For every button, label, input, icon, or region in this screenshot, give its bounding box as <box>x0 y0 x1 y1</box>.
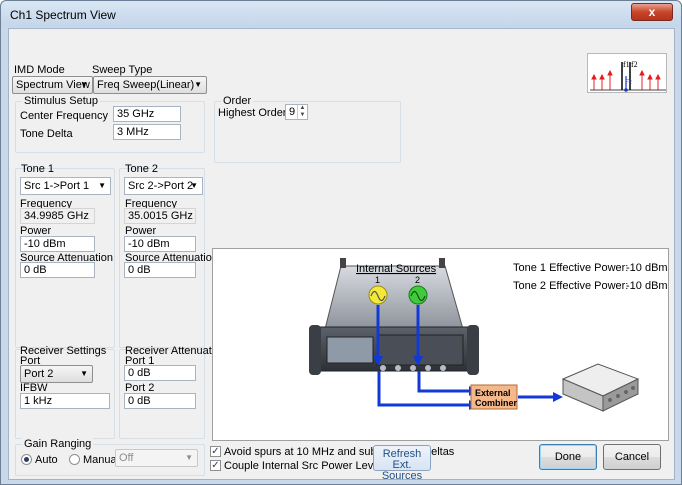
dialog-client: IMD Mode Sweep Type Spectrum View ▼ Freq… <box>8 28 675 482</box>
sweep-type-value: Freq Sweep(Linear) <box>97 79 195 91</box>
internal-sources-label: Internal Sources <box>356 263 437 275</box>
tone2-power-input[interactable]: -10 dBm <box>124 236 196 252</box>
gain-auto-radio[interactable] <box>21 454 32 465</box>
stimulus-setup-title: Stimulus Setup <box>22 95 100 107</box>
couple-power-checkbox[interactable]: ✓ <box>210 460 221 471</box>
fc-label: Fc <box>625 78 632 86</box>
receiver-port-value: Port 2 <box>24 368 54 380</box>
network-analyzer-icon <box>309 258 479 375</box>
spectrum-thumbnail-graphic: f1 f2 Fc <box>590 60 666 92</box>
tone-delta-input[interactable]: 3 MHz <box>113 124 181 140</box>
chevron-down-icon: ▼ <box>185 453 193 462</box>
avoid-spurs-checkbox[interactable]: ✓ <box>210 446 221 457</box>
chevron-down-icon: ▼ <box>194 80 202 89</box>
tone1-atten-input[interactable]: 0 dB <box>20 262 95 278</box>
highest-order-label: Highest Order <box>218 107 287 119</box>
chevron-down-icon: ▼ <box>190 181 198 190</box>
tone2-source-dropdown[interactable]: Src 2->Port 2 ▼ <box>124 177 203 195</box>
chevron-down-icon: ▼ <box>80 80 88 89</box>
source2-number: 2 <box>415 275 420 285</box>
gain-auto-label: Auto <box>35 454 58 466</box>
dialog-window: Ch1 Spectrum View x IMD Mode Sweep Type … <box>0 0 682 485</box>
dut-device-icon <box>561 363 640 412</box>
ifbw-input[interactable]: 1 kHz <box>20 393 110 409</box>
receiver-port2-input[interactable]: 0 dB <box>124 393 196 409</box>
tone2-title: Tone 2 <box>125 163 159 175</box>
combiner-label-line1: External <box>475 388 511 398</box>
close-button[interactable]: x <box>631 3 673 21</box>
cancel-button[interactable]: Cancel <box>603 444 661 470</box>
tone1-frequency-field: 34.9985 GHz <box>20 208 95 224</box>
gain-ranging-value: Off <box>119 452 134 464</box>
connection-diagram: Tone 1 Effective Power: -10 dBm Tone 2 E… <box>212 248 669 441</box>
title-bar[interactable]: Ch1 Spectrum View x <box>1 1 681 27</box>
combiner-label-line2: Combiner <box>475 398 518 408</box>
couple-power-label: Couple Internal Src Power Levels <box>224 460 388 472</box>
highest-order-spinner[interactable]: 9 ▲ ▼ <box>285 104 308 120</box>
chevron-down-icon: ▼ <box>80 369 88 378</box>
imd-mode-dropdown[interactable]: Spectrum View ▼ <box>12 76 93 94</box>
tone1-source-value: Src 1->Port 1 <box>24 180 90 192</box>
chevron-down-icon: ▼ <box>98 181 106 190</box>
gain-ranging-title: Gain Ranging <box>22 438 94 450</box>
done-button[interactable]: Done <box>539 444 597 470</box>
f1-label: f1 <box>623 60 630 69</box>
center-frequency-label: Center Frequency <box>20 110 109 122</box>
diagram-graphic: Internal Sources 1 2 External Combiner <box>309 258 640 412</box>
tone1-title: Tone 1 <box>21 163 55 175</box>
highest-order-value: 9 <box>289 106 296 118</box>
tone1-power-input[interactable]: -10 dBm <box>20 236 95 252</box>
order-title: Order <box>221 95 254 107</box>
tone2-frequency-field: 35.0015 GHz <box>124 208 196 224</box>
center-frequency-input[interactable]: 35 GHz <box>113 106 181 122</box>
receiver-port1-input[interactable]: 0 dB <box>124 365 196 381</box>
sweep-type-dropdown[interactable]: Freq Sweep(Linear) ▼ <box>93 76 207 94</box>
spin-arrows-icon[interactable]: ▲ ▼ <box>297 105 307 119</box>
gain-ranging-dropdown[interactable]: Off ▼ <box>115 449 198 467</box>
tone1-source-dropdown[interactable]: Src 1->Port 1 ▼ <box>20 177 111 195</box>
refresh-label-line1: Refresh Ext. <box>382 448 422 471</box>
source1-number: 1 <box>375 275 380 285</box>
gain-manual-radio[interactable] <box>69 454 80 465</box>
imd-mode-value: Spectrum View <box>16 79 90 91</box>
refresh-ext-sources-button[interactable]: Refresh Ext. Sources <box>373 445 431 482</box>
sweep-type-label: Sweep Type <box>92 64 153 76</box>
tone-delta-label: Tone Delta <box>20 128 73 140</box>
spectrum-thumbnail: f1 f2 Fc <box>587 53 667 93</box>
imd-mode-label: IMD Mode <box>14 64 65 76</box>
window-title: Ch1 Spectrum View <box>10 8 116 22</box>
tone2-atten-input[interactable]: 0 dB <box>124 262 196 278</box>
receiver-port-dropdown[interactable]: Port 2 ▼ <box>20 365 93 383</box>
gain-manual-label: Manual <box>83 454 120 466</box>
tone2-source-value: Src 2->Port 2 <box>128 180 194 192</box>
refresh-label-line2: Sources <box>381 470 423 482</box>
f2-label: f2 <box>631 60 638 69</box>
